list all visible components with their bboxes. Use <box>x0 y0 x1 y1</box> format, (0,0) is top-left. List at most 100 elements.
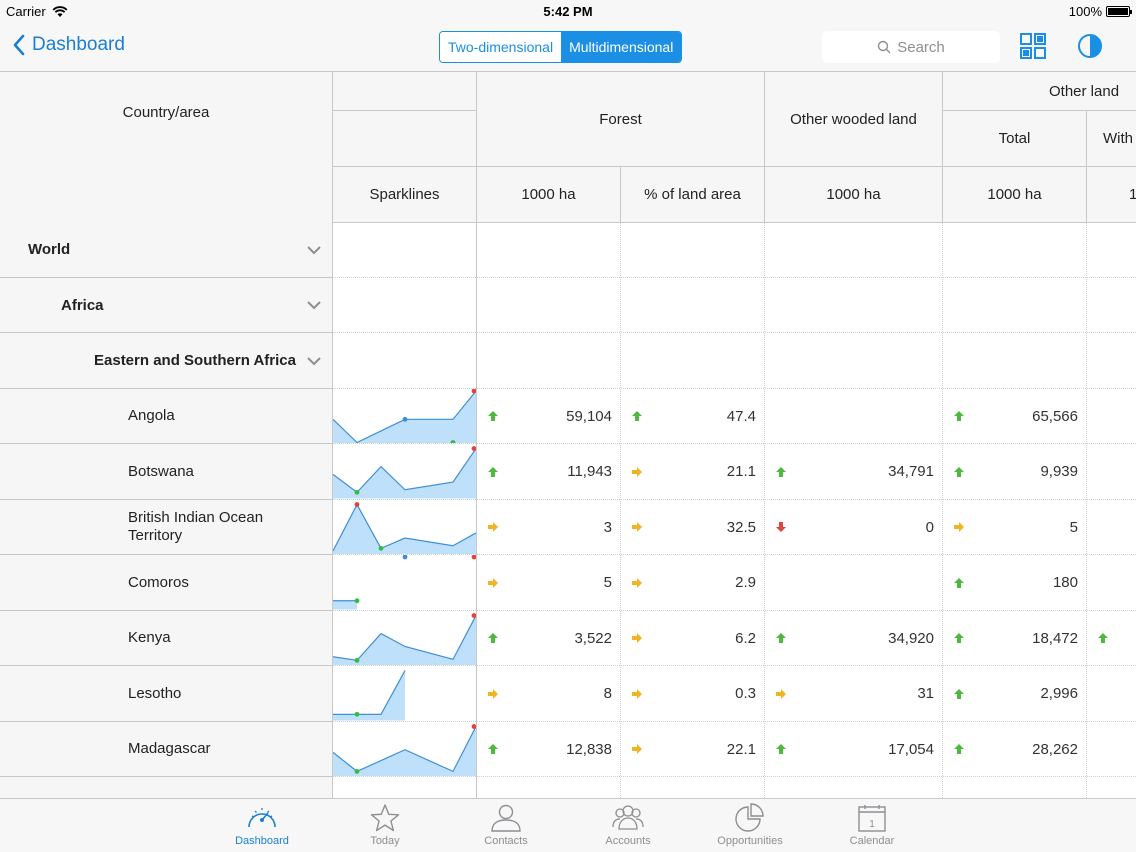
back-button[interactable]: Dashboard <box>12 34 125 56</box>
header-forest[interactable]: Forest <box>477 72 764 166</box>
sparkline-area <box>333 670 405 721</box>
owl-ha-cell[interactable]: 34,791 <box>765 444 942 500</box>
tab-opportunities[interactable]: Opportunities <box>700 803 800 847</box>
owl-ha-cell[interactable] <box>765 555 942 611</box>
trend-up-icon <box>954 411 964 422</box>
battery-indicator: 100% <box>1069 4 1132 19</box>
cell-value: 17,054 <box>888 740 934 758</box>
header-owl-ha[interactable]: 1000 ha <box>765 167 942 222</box>
tab-accounts-label: Accounts <box>605 835 651 847</box>
header-country-blank <box>0 152 332 222</box>
star-icon <box>370 804 400 832</box>
other-total-cell[interactable]: 5 <box>943 500 1086 556</box>
sparkline-point <box>354 657 360 663</box>
tab-contacts-label: Contacts <box>484 835 528 847</box>
header-country[interactable]: Country/area <box>0 72 332 152</box>
trend-flat-icon <box>488 688 498 699</box>
tab-dashboard[interactable]: Dashboard <box>212 803 312 847</box>
owl-ha-cell[interactable]: 34,920 <box>765 611 942 667</box>
country-name: Lesotho <box>128 684 182 702</box>
owl-ha-cell[interactable]: 17,054 <box>765 722 942 778</box>
header-sparklines[interactable]: Sparklines <box>333 167 476 222</box>
owl-ha-cell[interactable]: 0 <box>765 500 942 556</box>
chevron-down-icon[interactable] <box>306 356 322 366</box>
other-total-cell[interactable]: 65,566 <box>943 389 1086 445</box>
table-row[interactable]: Madagascar 12,838 22.1 17,054 28,262 <box>0 721 1136 778</box>
cell-value: 65,566 <box>1032 407 1078 425</box>
owl-ha-cell[interactable] <box>765 389 942 445</box>
tab-calendar[interactable]: 1 Calendar <box>822 803 922 847</box>
navigation-bar: Dashboard Two-dimensional Multidimension… <box>0 24 1136 72</box>
country-name: Comoros <box>128 573 189 591</box>
forest-ha-cell[interactable]: 59,104 <box>477 389 620 445</box>
country-name: Madagascar <box>128 740 211 758</box>
trend-flat-icon <box>488 522 498 533</box>
other-total-cell[interactable]: 2,996 <box>943 666 1086 722</box>
forest-ha-cell[interactable]: 11,943 <box>477 444 620 500</box>
cell-value: 32.5 <box>726 518 756 536</box>
sparkline-point <box>471 555 476 560</box>
group-row-2[interactable]: Eastern and Southern Africa <box>0 333 332 389</box>
forest-ha-cell[interactable]: 5 <box>477 555 620 611</box>
other-total-cell[interactable]: 9,939 <box>943 444 1086 500</box>
cell-value: 6.2 <box>735 629 756 647</box>
cell-value: 34,920 <box>888 629 934 647</box>
header-other-total[interactable]: Total <box>943 111 1086 166</box>
chevron-down-icon[interactable] <box>306 300 322 310</box>
group-row-1[interactable]: Africa <box>0 277 332 333</box>
forest-ha-cell[interactable]: 8 <box>477 666 620 722</box>
chevron-down-icon[interactable] <box>306 245 322 255</box>
tab-today[interactable]: Today <box>335 803 435 847</box>
cell-value: 11,943 <box>567 463 612 481</box>
tab-dashboard-label: Dashboard <box>235 835 289 847</box>
header-other-land[interactable]: Other land <box>943 72 1136 110</box>
tab-contacts[interactable]: Contacts <box>456 803 556 847</box>
table-row[interactable]: Lesotho 8 0.3 31 2,996 <box>0 666 1136 722</box>
forest-pct-cell[interactable]: 21.1 <box>621 444 764 500</box>
cell-value: 0.3 <box>735 685 756 703</box>
layout-grid-icon[interactable] <box>1019 32 1047 60</box>
table-row[interactable]: Comoros 5 2.9 180 <box>0 555 1136 611</box>
header-forest-pct[interactable]: % of land area <box>621 167 764 222</box>
forest-ha-cell[interactable]: 3,522 <box>477 611 620 667</box>
trend-up-icon <box>954 577 964 588</box>
search-field[interactable]: Search <box>822 31 1000 63</box>
calendar-icon: 1 <box>858 805 886 832</box>
header-other-with[interactable]: With <box>1087 111 1136 166</box>
sparkline-point <box>354 768 360 774</box>
sparkline-area <box>333 504 476 554</box>
group-label: World <box>28 241 71 259</box>
trend-up-icon <box>776 633 786 644</box>
trend-down-icon <box>776 522 786 533</box>
trend-flat-icon <box>632 466 642 477</box>
forest-ha-cell[interactable]: 12,838 <box>477 722 620 778</box>
table-row[interactable]: Botswana 11,943 21.1 34,791 9,939 <box>0 444 1136 500</box>
table-row[interactable]: Angola 59,104 47.4 65,566 <box>0 388 1136 445</box>
forest-pct-cell[interactable]: 2.9 <box>621 555 764 611</box>
other-total-cell[interactable]: 180 <box>943 555 1086 611</box>
forest-pct-cell[interactable]: 22.1 <box>621 722 764 778</box>
header-other-total-ha[interactable]: 1000 ha <box>943 167 1086 222</box>
segment-multidimensional[interactable]: Multidimensional <box>561 32 682 62</box>
other-total-cell[interactable]: 18,472 <box>943 611 1086 667</box>
header-other-wooded-land[interactable]: Other wooded land <box>765 72 942 166</box>
owl-ha-cell[interactable]: 31 <box>765 666 942 722</box>
trend-up-icon <box>776 744 786 755</box>
other-total-cell[interactable]: 28,262 <box>943 722 1086 778</box>
cell-value: 180 <box>1052 574 1078 592</box>
segment-two-dimensional[interactable]: Two-dimensional <box>440 32 562 62</box>
forest-pct-cell[interactable]: 32.5 <box>621 500 764 556</box>
cell-value: 8 <box>603 685 612 703</box>
forest-pct-cell[interactable]: 47.4 <box>621 389 764 445</box>
sparkline-point <box>354 501 360 507</box>
contrast-icon[interactable] <box>1076 32 1104 60</box>
forest-pct-cell[interactable]: 0.3 <box>621 666 764 722</box>
forest-pct-cell[interactable]: 6.2 <box>621 611 764 667</box>
forest-ha-cell[interactable]: 3 <box>477 500 620 556</box>
header-forest-ha[interactable]: 1000 ha <box>477 167 620 222</box>
table-row[interactable]: Kenya 3,522 6.2 34,920 18,472 <box>0 610 1136 667</box>
group-label: Africa <box>61 296 104 314</box>
table-row[interactable]: British Indian Ocean Territory 3 32.5 0 5 <box>0 499 1136 556</box>
group-row-0[interactable]: World <box>0 222 332 278</box>
tab-accounts[interactable]: Accounts <box>578 803 678 847</box>
